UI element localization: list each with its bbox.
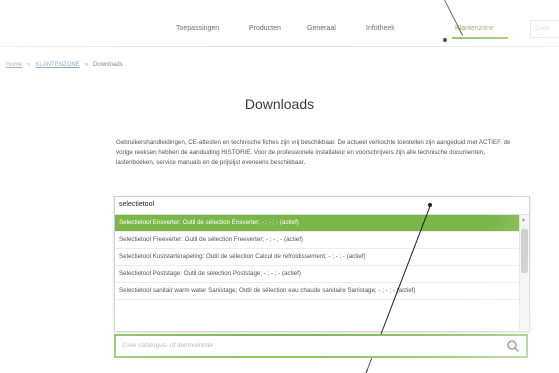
breadcrumb: Home » KLANTENZONE » Downloads [6, 62, 123, 68]
breadcrumb-klantenzone[interactable]: KLANTENZONE [35, 62, 79, 68]
dropdown-result-item[interactable]: Selectietool Poststage: Outil de sélecti… [115, 266, 519, 283]
breadcrumb-separator: » [27, 62, 31, 68]
nav-item-producten[interactable]: Producten [249, 25, 281, 32]
header-divider [0, 46, 559, 47]
intro-text: Gebruikershandleidingen, CE-attesten en … [116, 139, 511, 166]
search-icon[interactable] [506, 339, 520, 353]
nav-item-generaal[interactable]: Generaal [307, 25, 336, 32]
annotation-pointer-dot [443, 38, 447, 42]
dropdown-result-item[interactable]: Selectietool sanitair warm water Sanista… [115, 283, 519, 300]
breadcrumb-current: Downloads [93, 62, 123, 68]
dropdown-result-item[interactable]: Selectietool Freeverter: Outil de sélect… [115, 232, 519, 249]
page-title: Downloads [244, 96, 315, 112]
dropdown-result-item[interactable]: Selectietool Kuststarterapeling: Outil d… [115, 249, 519, 266]
dropdown-result-item[interactable]: Selectietool Ensverter: Outil de sélecti… [115, 215, 519, 232]
nav-item-toepassingen[interactable]: Toepassingen [176, 25, 219, 32]
catalogue-search-bar[interactable]: Zoek catalogus- of itemnummer [114, 334, 528, 358]
breadcrumb-separator: » [84, 62, 89, 68]
autocomplete-dropdown: selectietool Selectietool Ensverter: Out… [114, 196, 530, 332]
scrollbar-thumb[interactable] [521, 229, 528, 273]
breadcrumb-home[interactable]: Home [6, 62, 22, 68]
nav-search-input[interactable]: Zoek [530, 20, 559, 38]
top-navigation: Toepassingen Producten Generaal Infothee… [0, 18, 559, 44]
nav-item-infotheek[interactable]: Infotheek [366, 25, 395, 32]
scroll-up-arrow-icon[interactable]: ▲ [521, 217, 526, 223]
page-frame: Toepassingen Producten Generaal Infothee… [0, 0, 559, 373]
dropdown-scrollbar[interactable]: ▲ [519, 215, 529, 330]
catalogue-search-input[interactable]: Zoek catalogus- of itemnummer [122, 342, 213, 349]
dropdown-query-input[interactable]: selectietool [115, 197, 529, 215]
dropdown-result-list: Selectietool Ensverter: Outil de sélecti… [115, 215, 519, 300]
nav-active-indicator [452, 37, 508, 39]
